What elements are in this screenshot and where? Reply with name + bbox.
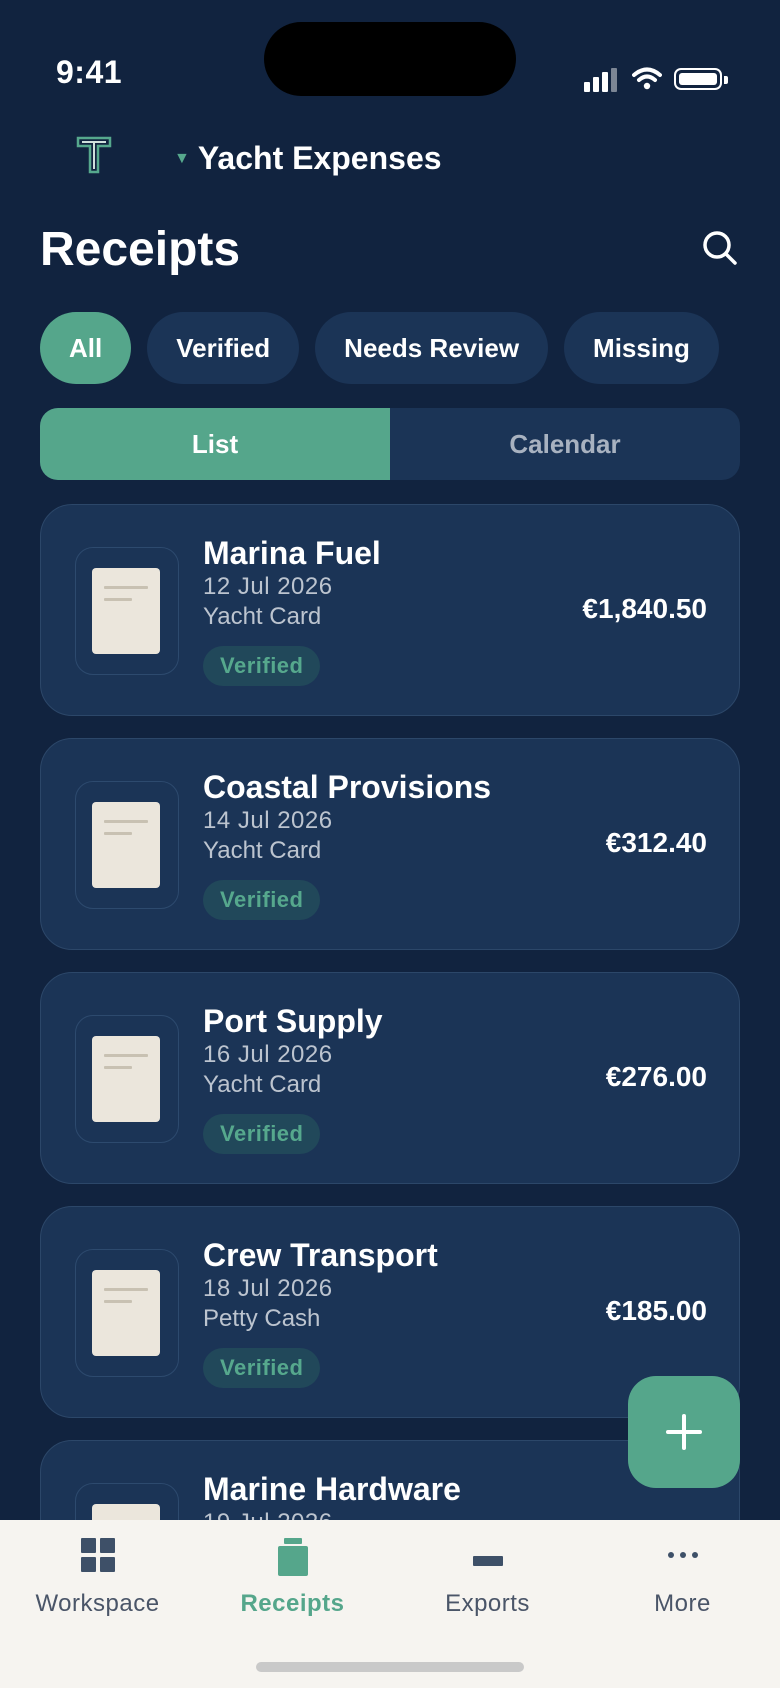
view-toggle-list[interactable]: List — [40, 408, 390, 480]
receipt-date: 14 Jul 2026 — [203, 807, 333, 834]
receipt-amount: €312.40 — [605, 827, 707, 858]
tab-label: Workspace — [35, 1590, 160, 1617]
receipt-merchant: Crew Transport — [203, 1237, 438, 1273]
status-badge: Verified — [203, 1348, 321, 1388]
receipt-date: 12 Jul 2026 — [203, 573, 333, 600]
tab-label: Exports — [445, 1590, 530, 1617]
filter-chips: All Verified Needs Review Missing — [40, 312, 719, 384]
receipt-source: Yacht Card — [203, 603, 322, 630]
app-logo-icon — [76, 136, 112, 174]
home-indicator — [256, 1662, 524, 1672]
tab-label: More — [654, 1590, 711, 1617]
add-receipt-button[interactable] — [628, 1376, 740, 1488]
workspace-name: Yacht Expenses — [197, 140, 442, 176]
grid-icon — [80, 1538, 115, 1572]
receipt-thumbnail — [75, 781, 179, 909]
filter-chip-all[interactable]: All — [40, 312, 132, 384]
receipt-card[interactable]: Coastal Provisions 14 Jul 2026 Yacht Car… — [40, 738, 740, 950]
receipt-paper-icon — [92, 802, 160, 888]
battery-icon — [674, 68, 728, 90]
receipt-amount: €276.00 — [605, 1061, 707, 1092]
search-icon[interactable] — [700, 228, 740, 268]
receipt-thumbnail — [75, 547, 179, 675]
status-badge: Verified — [203, 646, 321, 686]
wifi-icon — [632, 67, 662, 90]
filter-chip-verified[interactable]: Verified — [147, 312, 300, 384]
status-badge: Verified — [203, 1114, 321, 1154]
receipt-source: Yacht Card — [203, 1071, 322, 1098]
caret-down-icon: ▼ — [174, 149, 190, 167]
workspace-switcher[interactable]: ▼ Yacht Expenses — [174, 140, 442, 177]
filter-chip-missing[interactable]: Missing — [564, 312, 719, 384]
receipt-card[interactable]: Port Supply 16 Jul 2026 Yacht Card Verif… — [40, 972, 740, 1184]
receipt-amount: €185.00 — [605, 1295, 707, 1326]
tab-receipts[interactable]: Receipts — [195, 1520, 390, 1650]
tab-label: Receipts — [240, 1590, 345, 1617]
cellular-signal-icon — [584, 68, 620, 92]
tab-more[interactable]: More — [585, 1520, 780, 1650]
receipt-merchant: Port Supply — [203, 1003, 383, 1039]
status-badge: Verified — [203, 880, 321, 920]
receipt-icon — [277, 1538, 308, 1576]
tab-workspace[interactable]: Workspace — [0, 1520, 195, 1650]
dynamic-island — [264, 22, 516, 96]
receipt-merchant: Coastal Provisions — [203, 769, 492, 805]
filter-chip-needs-review[interactable]: Needs Review — [315, 312, 549, 384]
tab-exports[interactable]: Exports — [390, 1520, 585, 1650]
receipt-merchant: Marina Fuel — [203, 535, 381, 571]
status-bar: 9:41 — [0, 0, 780, 110]
receipt-paper-icon — [92, 568, 160, 654]
receipt-paper-icon — [92, 1270, 160, 1356]
status-time: 9:41 — [56, 54, 123, 90]
view-toggle-calendar[interactable]: Calendar — [390, 408, 740, 480]
receipt-thumbnail — [75, 1249, 179, 1377]
receipt-date: 16 Jul 2026 — [203, 1041, 333, 1068]
plus-icon — [666, 1414, 702, 1450]
receipt-merchant: Marine Hardware — [203, 1471, 461, 1507]
receipt-source: Yacht Card — [203, 837, 322, 864]
receipt-paper-icon — [92, 1036, 160, 1122]
export-icon — [472, 1556, 503, 1566]
receipt-thumbnail — [75, 1015, 179, 1143]
view-toggle: List Calendar — [40, 408, 740, 480]
receipt-card[interactable]: Marina Fuel 12 Jul 2026 Yacht Card Verif… — [40, 504, 740, 716]
receipt-amount: €1,840.50 — [582, 593, 707, 624]
more-dots-icon — [667, 1552, 698, 1558]
page-title: Receipts — [40, 223, 241, 276]
receipt-source: Petty Cash — [203, 1305, 321, 1332]
receipt-date: 18 Jul 2026 — [203, 1275, 333, 1302]
